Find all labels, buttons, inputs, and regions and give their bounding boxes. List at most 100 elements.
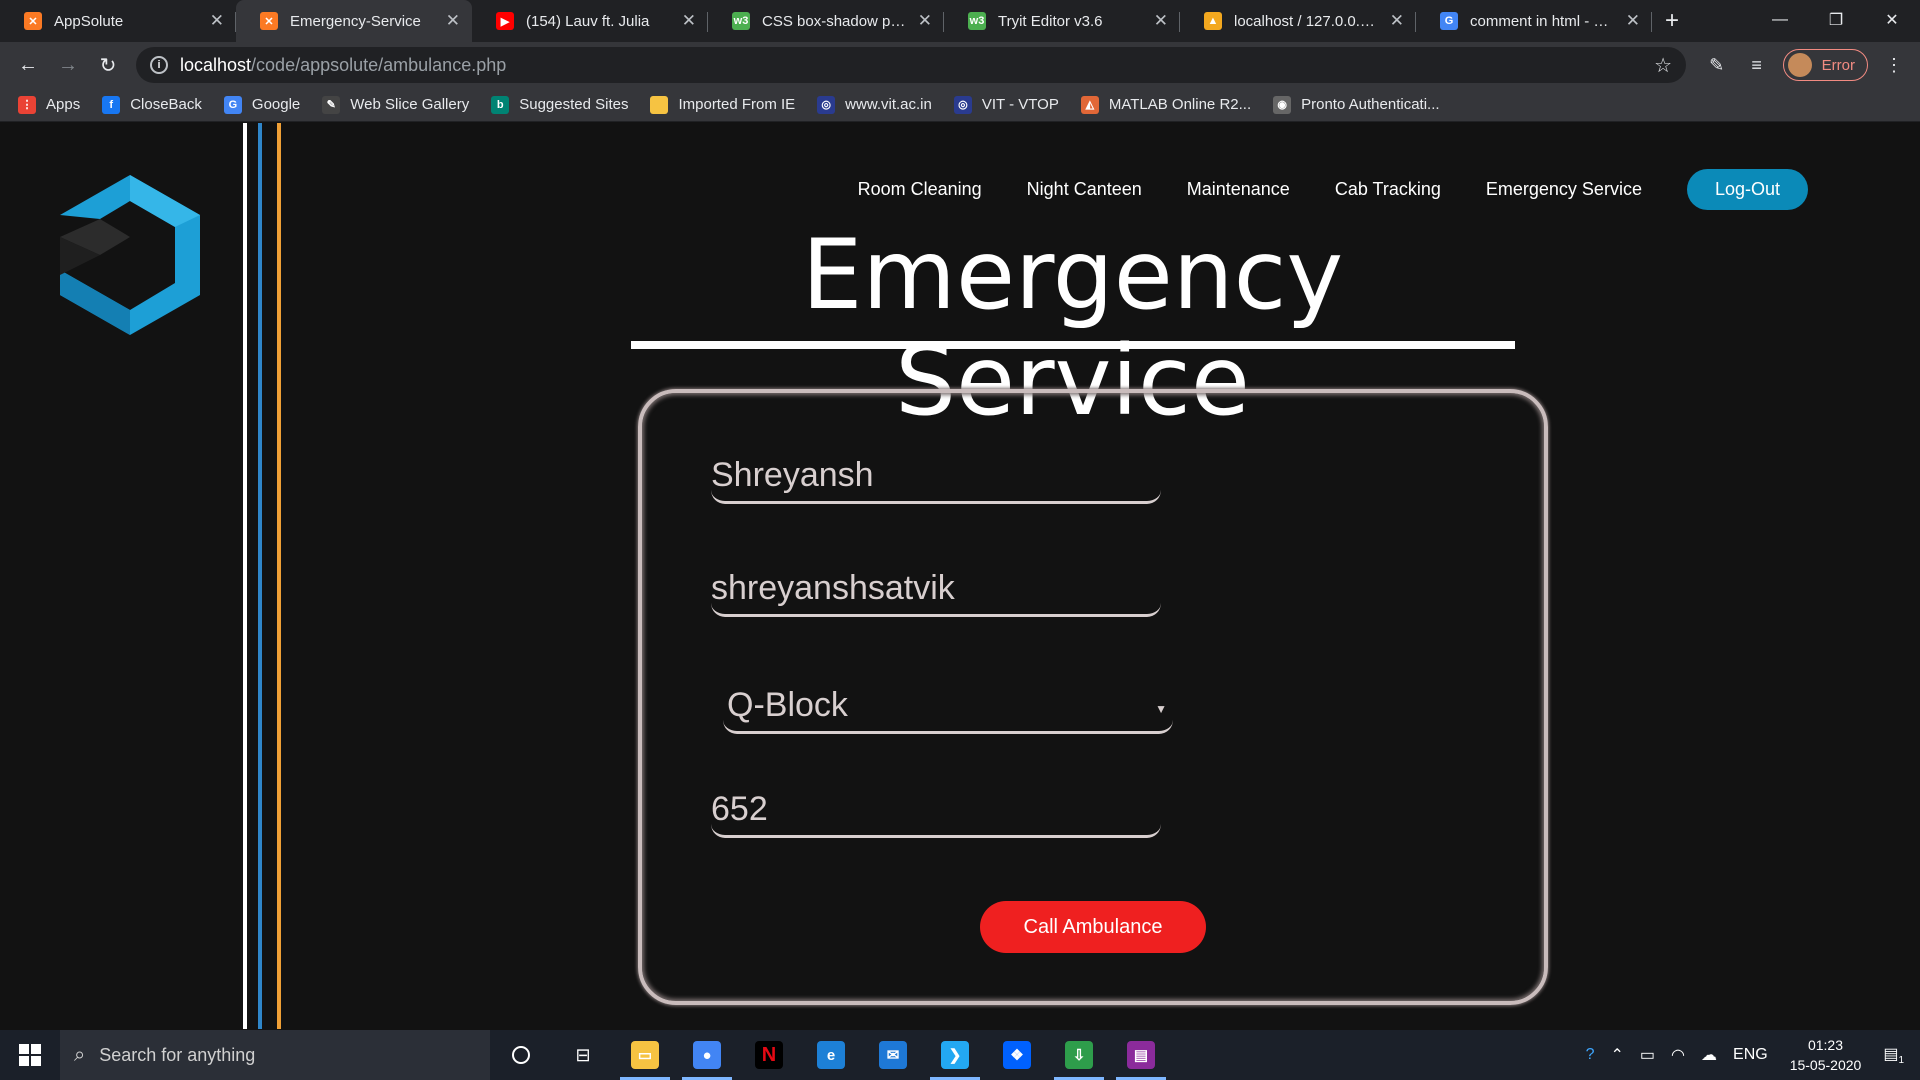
close-tab-icon[interactable]: ✕ [1390,11,1404,31]
close-tab-icon[interactable]: ✕ [210,11,224,31]
bookmark-item[interactable]: ◎ VIT - VTOP [953,95,1059,114]
nav-maintenance[interactable]: Maintenance [1187,179,1290,200]
close-tab-icon[interactable]: ✕ [1154,11,1168,31]
chevron-up-icon[interactable]: ⌃ [1611,1045,1624,1065]
file-explorer-icon[interactable]: ▭ [614,1030,676,1080]
taskbar-apps: ▭ ● Ne ✉ ❯ ❖ ⇩ ▤ [614,1030,1172,1080]
profile-error-button[interactable]: Error [1782,49,1868,81]
pronto-icon: ◉ [1273,95,1292,114]
battery-icon[interactable]: ▭ [1640,1045,1655,1065]
vscode-icon[interactable]: ❯ [924,1030,986,1080]
close-tab-icon[interactable]: ✕ [918,11,932,31]
apps-grid-icon: ⋮ [18,95,36,114]
google-icon: G [1440,12,1458,30]
reload-icon[interactable]: ↻ [88,45,128,85]
forward-icon[interactable]: → [48,45,88,85]
tab-title: (154) Lauv ft. Julia [526,12,650,30]
bookmark-star-icon[interactable]: ☆ [1654,53,1672,78]
back-icon[interactable]: ← [8,45,48,85]
clock[interactable]: 01:23 15-05-2020 [1790,1035,1862,1075]
close-tab-icon[interactable]: ✕ [682,11,696,31]
new-tab-icon[interactable]: + [1652,0,1692,42]
web-slice-icon: ✎ [322,95,341,114]
netflix-icon[interactable]: N [738,1030,800,1080]
dropbox-icon[interactable]: ❖ [986,1030,1048,1080]
language-indicator[interactable]: ENG [1733,1046,1768,1064]
bookmark-item[interactable]: f CloseBack [102,95,202,114]
xampp-icon: ✕ [260,12,278,30]
tab-4[interactable]: w3 Tryit Editor v3.6 ✕ [944,0,1180,42]
bookmark-item[interactable]: ◉ Pronto Authenticati... [1273,95,1440,114]
tab-title: CSS box-shadow prope [762,12,910,30]
tab-strip: ✕ AppSolute ✕ ✕ Emergency-Service ✕ ▶ (154) Lau… [0,0,1920,42]
taskbar-search-placeholder: Search for anything [99,1044,256,1065]
bookmark-item[interactable]: ◎ www.vit.ac.in [817,95,932,114]
toolbar: ← → ↻ i localhost/code/appsolute/ambulan… [0,42,1920,88]
tab-title: localhost / 127.0.0.1 / s [1234,12,1382,30]
mail-icon[interactable]: ✉ [862,1030,924,1080]
logout-button[interactable]: Log-Out [1686,169,1808,210]
clock-date: 15-05-2020 [1789,1057,1862,1073]
nav-room-cleaning[interactable]: Room Cleaning [858,179,982,200]
site-nav: Room Cleaning Night Canteen Maintenance … [813,169,1808,210]
nav-emergency-service[interactable]: Emergency Service [1486,179,1642,200]
bookmark-label: Pronto Authenticati... [1301,96,1440,113]
cortana-icon[interactable] [490,1030,552,1080]
task-view-icon[interactable]: ⊟ [552,1030,614,1080]
bookmarks-bar: ⋮ Apps f CloseBack G Google ✎ Web Slice Gallery… [0,88,1920,122]
tab-6[interactable]: Gcomment in html - Goo ✕ [1416,0,1652,42]
bookmark-item[interactable]: ⋮ Apps [18,95,81,114]
bing-icon: b [491,95,510,114]
vit-icon: ◎ [817,95,836,114]
page-viewport: Room Cleaning Night Canteen Maintenance … [0,123,1920,1029]
restore-icon[interactable]: ❐ [1808,0,1864,40]
bookmark-label: Suggested Sites [519,96,629,113]
help-icon[interactable]: ? [1586,1046,1595,1064]
username-field[interactable]: shreyanshsatvik [711,569,1161,617]
notification-icon[interactable]: ▤1 [1883,1044,1904,1066]
edge-icon[interactable]: e [800,1030,862,1080]
w3schools-icon: w3 [968,12,986,30]
bookmark-item[interactable]: Imported From IE [650,95,795,114]
extension-icon[interactable]: ✎ [1697,45,1737,85]
bookmark-label: Apps [46,96,81,113]
cloud-download-icon[interactable]: ⇩ [1048,1030,1110,1080]
minimize-icon[interactable]: — [1752,0,1808,40]
room-number-field[interactable]: 652 [711,790,1161,838]
bookmark-label: Web Slice Gallery [350,96,470,113]
bookmark-item[interactable]: b Suggested Sites [491,95,629,114]
bookmark-item[interactable]: G Google [223,95,300,114]
name-field[interactable]: Shreyansh [711,456,1161,504]
tab-1[interactable]: ✕ Emergency-Service ✕ [236,0,472,42]
menu-kebab-icon[interactable]: ⋮ [1874,45,1914,85]
address-path: /code/appsolute/ambulance.php [251,54,507,75]
bookmark-item[interactable]: ◭ MATLAB Online R2... [1080,95,1251,114]
site-info-icon[interactable]: i [150,56,168,74]
tab-5[interactable]: ▲ localhost / 127.0.0.1 / s ✕ [1180,0,1416,42]
appsolute-logo[interactable] [60,175,200,340]
profile-error-label: Error [1821,56,1855,74]
call-ambulance-button[interactable]: Call Ambulance [980,901,1206,953]
nav-night-canteen[interactable]: Night Canteen [1027,179,1142,200]
file-explorer-glyph: ▭ [631,1041,659,1069]
close-tab-icon[interactable]: ✕ [446,11,460,31]
block-select[interactable]: Q-Block ▼ [723,686,1173,734]
bookmark-item[interactable]: ✎ Web Slice Gallery [322,95,470,114]
windows-start-icon[interactable] [0,1030,60,1080]
media-control-icon[interactable]: ≡ [1737,45,1777,85]
taskbar-search[interactable]: ⌕ Search for anything [60,1030,490,1080]
tab-3[interactable]: w3 CSS box-shadow prope ✕ [708,0,944,42]
address-host: localhost [180,54,252,75]
stripe-blue [258,123,262,1029]
chrome-icon[interactable]: ● [676,1030,738,1080]
wifi-icon[interactable]: ◠ [1671,1045,1685,1065]
close-window-icon[interactable]: ✕ [1864,0,1920,40]
address-bar[interactable]: i localhost/code/appsolute/ambulance.php… [136,47,1686,83]
onedrive-icon[interactable]: ☁ [1701,1045,1717,1065]
tab-0[interactable]: ✕ AppSolute ✕ [0,0,236,42]
nav-cab-tracking[interactable]: Cab Tracking [1335,179,1441,200]
bookmark-label: www.vit.ac.in [845,96,932,113]
close-tab-icon[interactable]: ✕ [1626,11,1640,31]
winrar-icon[interactable]: ▤ [1110,1030,1172,1080]
tab-2[interactable]: ▶ (154) Lauv ft. Julia ✕ [472,0,708,42]
